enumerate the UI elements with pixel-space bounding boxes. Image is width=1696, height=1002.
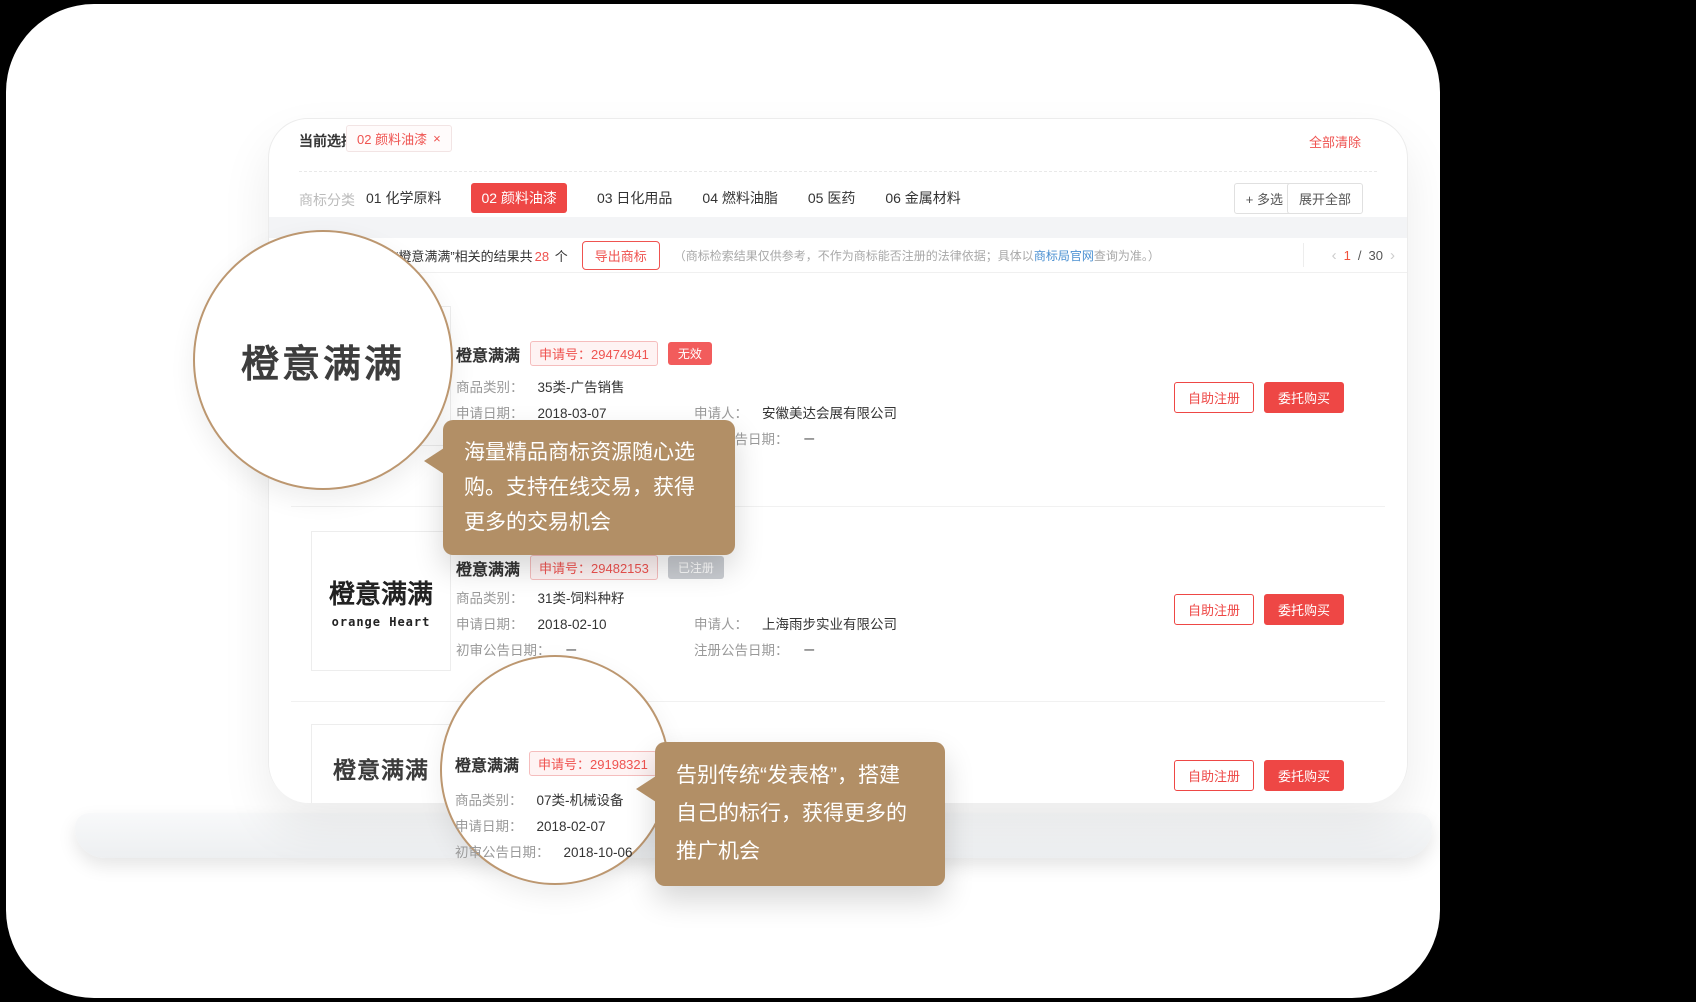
application-number-pill: 申请号：29474941: [530, 341, 658, 366]
results-count: 28: [535, 249, 549, 264]
browser-window: 当前选择 02 颜料油漆 × 全部清除 商标分类 01 化学原料 02 颜料油漆…: [268, 118, 1408, 802]
self-register-button[interactable]: 自助注册: [1174, 760, 1254, 791]
application-number-pill: 申请号：29482153: [530, 555, 658, 580]
entrust-buy-button[interactable]: 委托购买: [1264, 594, 1344, 625]
category-tabs: 01 化学原料 02 颜料油漆 03 日化用品 04 燃料油脂 05 医药 06…: [366, 183, 961, 213]
self-register-button[interactable]: 自助注册: [1174, 594, 1254, 625]
thumbnail-subtext: orange Heart: [332, 615, 431, 629]
reg-pub-value: －: [803, 643, 817, 658]
pagination: ‹ 1 / 30 ›: [1332, 238, 1395, 272]
trademark-name: 橙意满满: [456, 556, 520, 580]
category-tab-06[interactable]: 06 金属材料: [885, 183, 960, 213]
category-value: 07类-机械设备: [537, 793, 624, 808]
current-page: 1: [1344, 248, 1351, 263]
applicant-value: 安徽美达会展有限公司: [762, 406, 897, 421]
apply-date-value: 2018-02-10: [538, 617, 607, 632]
prev-page-icon[interactable]: ‹: [1332, 247, 1337, 264]
trademark-thumbnail: 橙意满满: [311, 724, 451, 803]
self-register-button[interactable]: 自助注册: [1174, 382, 1254, 413]
category-tab-04[interactable]: 04 燃料油脂: [702, 183, 777, 213]
entrust-buy-button[interactable]: 委托购买: [1264, 760, 1344, 791]
first-pub-value: 2018-10-06: [564, 845, 633, 860]
page-separator: /: [1358, 248, 1362, 263]
row-divider: [291, 701, 1385, 702]
expand-all-button[interactable]: 展开全部: [1287, 183, 1363, 214]
apply-date-value: 2018-02-07: [537, 819, 606, 834]
category-bar-label: 商标分类: [299, 190, 355, 210]
multi-select-button[interactable]: + 多选: [1234, 183, 1295, 214]
close-icon[interactable]: ×: [433, 131, 441, 146]
filter-chip-label: 02 颜料油漆: [357, 129, 427, 148]
application-number-pill: 申请号：29198321: [529, 751, 657, 776]
reg-pub-value: －: [803, 432, 817, 447]
total-pages: 30: [1369, 248, 1383, 263]
category-value: 31类-饲料种籽: [538, 591, 625, 606]
entrust-buy-button[interactable]: 委托购买: [1264, 382, 1344, 413]
section-gap: [269, 217, 1407, 238]
status-badge: 已注册: [668, 556, 724, 579]
results-disclaimer: （商标检索结果仅供参考，不作为商标能否注册的法律依据；具体以商标局官网查询为准。…: [674, 247, 1160, 264]
next-page-icon[interactable]: ›: [1390, 247, 1395, 264]
category-tab-02-active[interactable]: 02 颜料油漆: [471, 183, 566, 213]
export-trademark-button[interactable]: 导出商标: [582, 241, 660, 270]
toolbar-divider: [299, 171, 1377, 172]
results-header: 当前分类检索到“橙意满满”相关的结果共28 个 导出商标 （商标检索结果仅供参考…: [269, 238, 1407, 273]
category-tab-01[interactable]: 01 化学原料: [366, 183, 441, 213]
clear-all-button[interactable]: 全部清除: [1309, 132, 1361, 151]
apply-date-value: 2018-03-07: [538, 406, 607, 421]
status-badge: 无效: [668, 342, 712, 365]
category-tab-03[interactable]: 03 日化用品: [597, 183, 672, 213]
category-tab-05[interactable]: 05 医药: [808, 183, 855, 213]
applicant-value: 上海雨步实业有限公司: [762, 617, 897, 632]
magnifier-circle: 橙意满满: [193, 230, 453, 490]
magnified-trademark-text: 橙意满满: [241, 333, 405, 388]
marketing-graphic: 当前选择 02 颜料油漆 × 全部清除 商标分类 01 化学原料 02 颜料油漆…: [0, 0, 1696, 1002]
selected-filter-chip[interactable]: 02 颜料油漆 ×: [346, 125, 452, 152]
category-value: 35类-广告销售: [538, 380, 625, 395]
trademark-name: 橙意满满: [456, 342, 520, 366]
trademark-thumbnail: 橙意满满 orange Heart: [311, 531, 451, 671]
feature-callout-promo: 告别传统“发表格”，搭建 自己的标行，获得更多的 推广机会: [655, 742, 945, 886]
feature-callout-trade: 海量精品商标资源随心选 购。支持在线交易，获得 更多的交易机会: [443, 420, 735, 555]
trademark-name: 橙意满满: [455, 752, 519, 776]
header-vertical-divider: [1303, 243, 1304, 267]
trademark-office-link[interactable]: 商标局官网: [1034, 249, 1094, 263]
